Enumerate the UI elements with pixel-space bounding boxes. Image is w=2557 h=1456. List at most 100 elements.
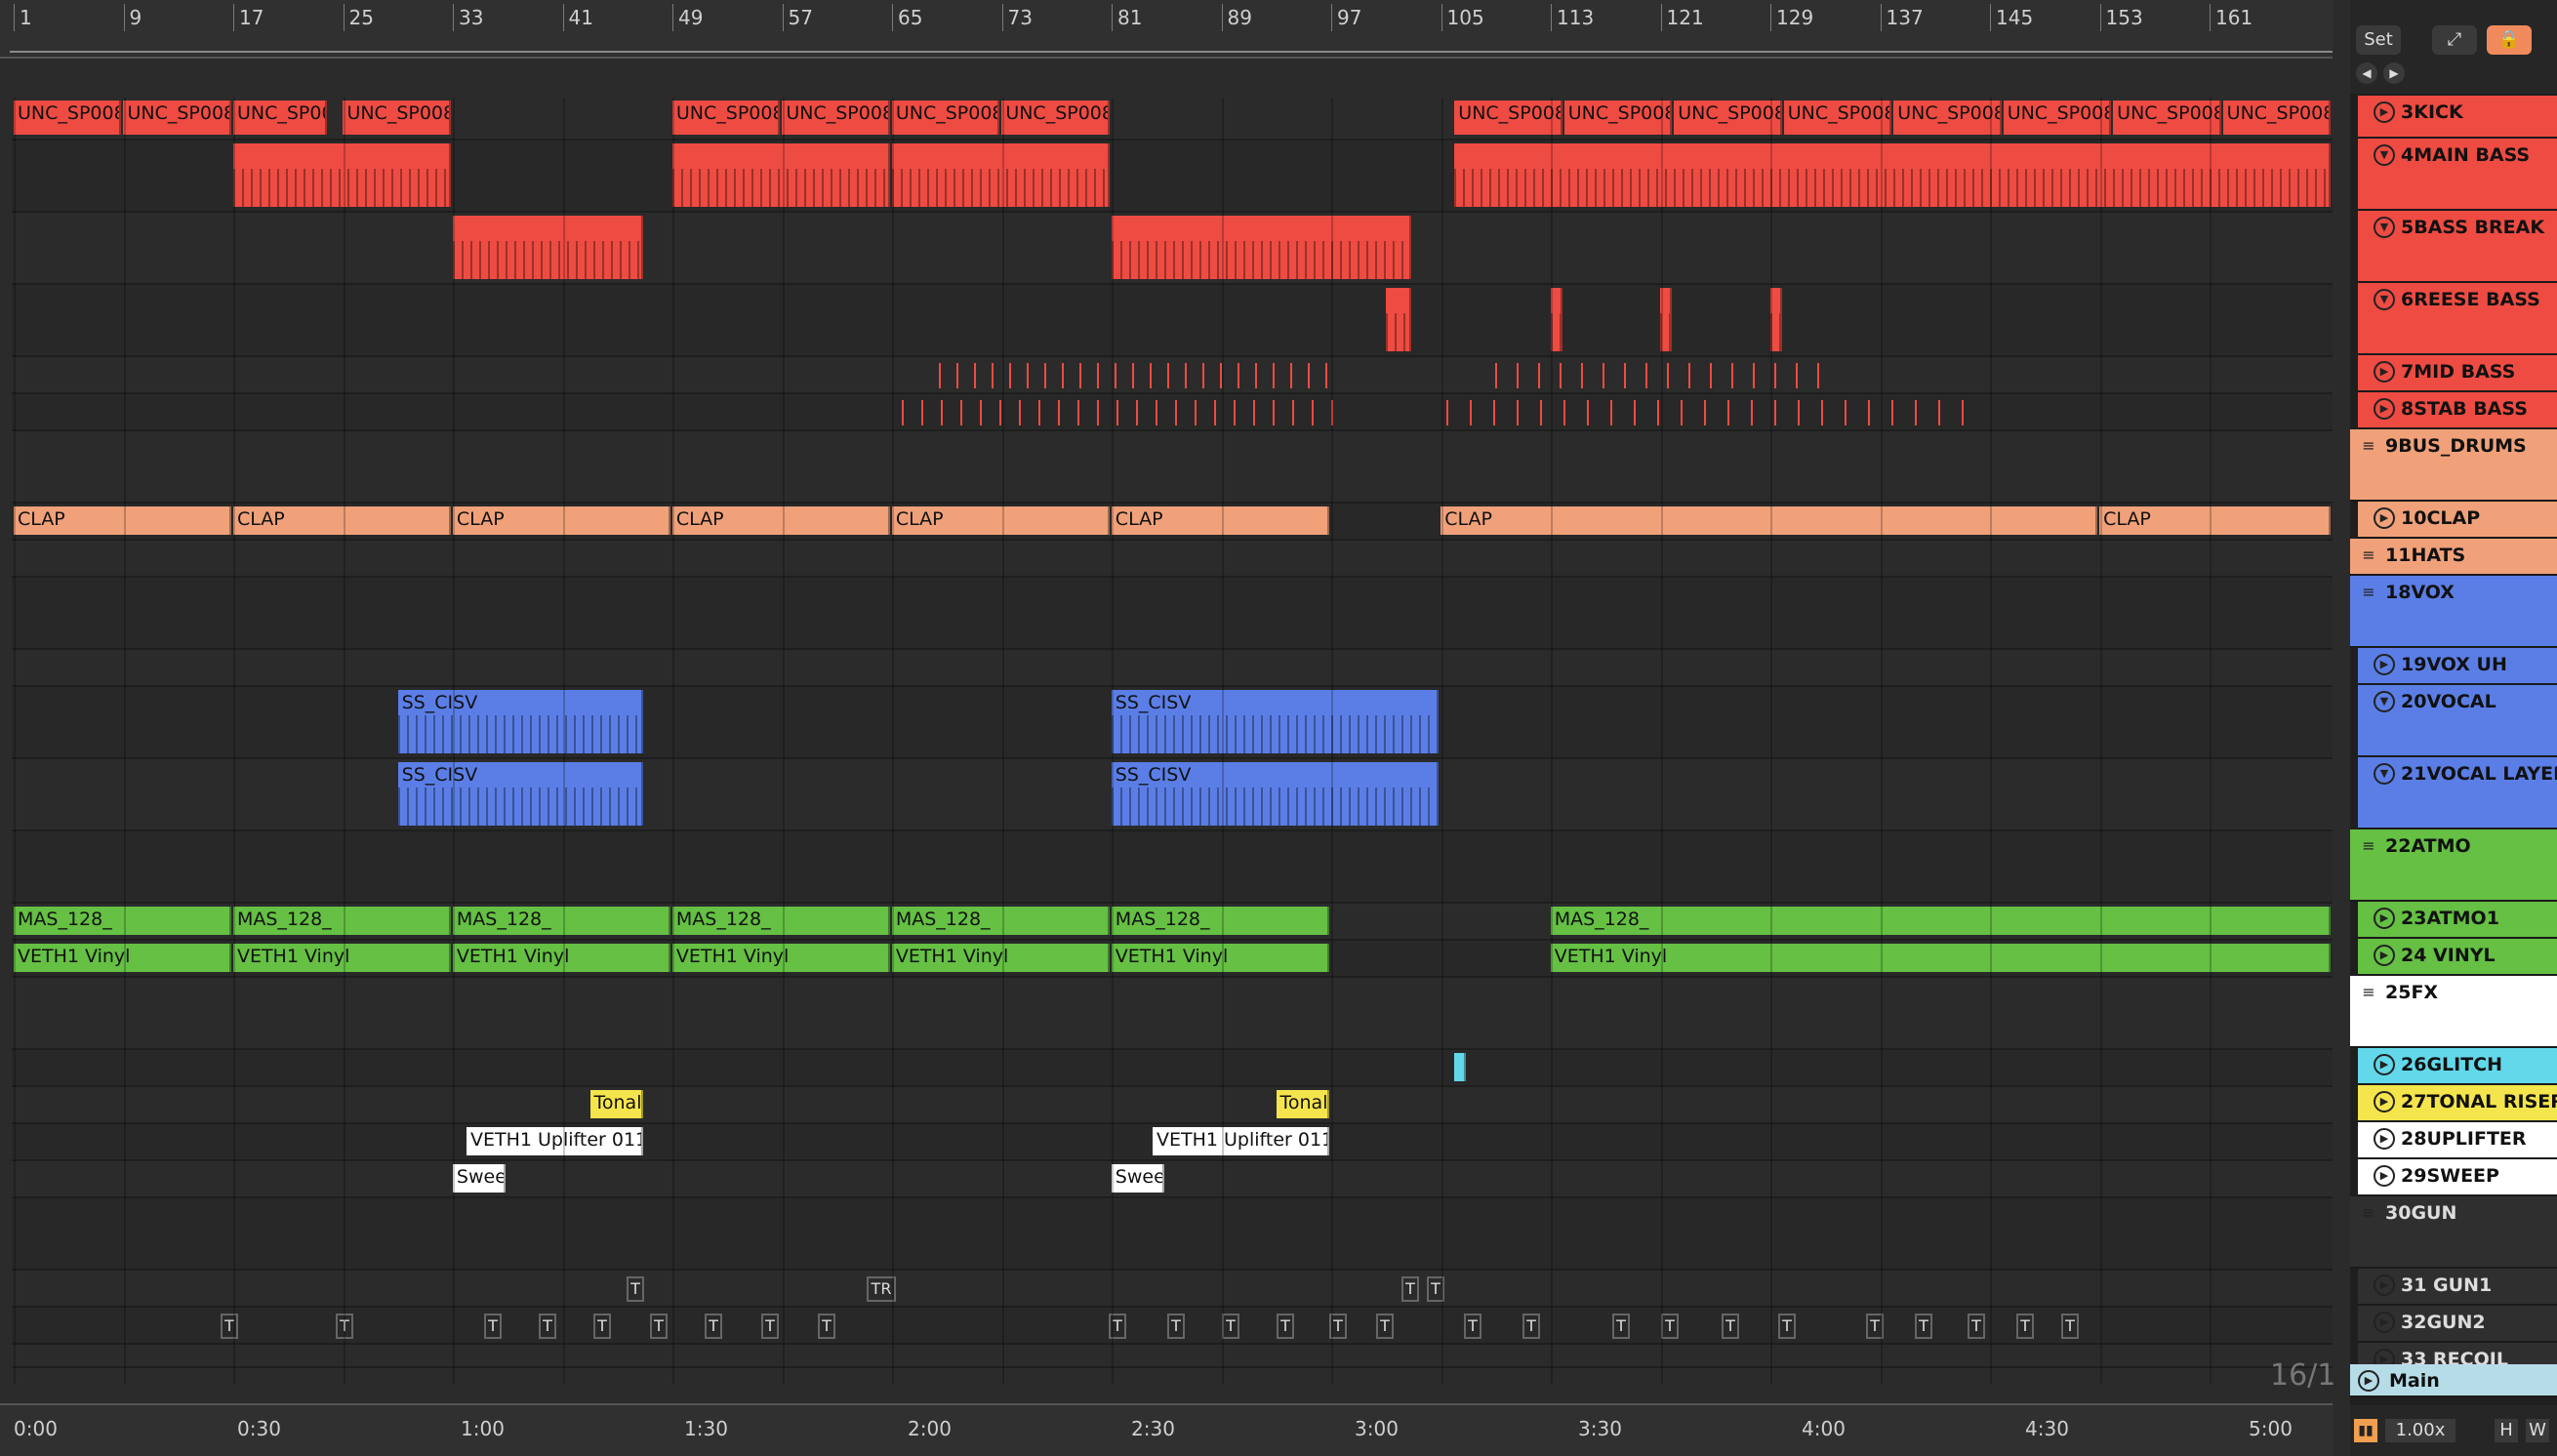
- gun-clip[interactable]: T: [627, 1276, 644, 1302]
- clip[interactable]: [1454, 143, 2332, 207]
- track-header[interactable]: ▶ 29SWEEP: [2358, 1159, 2557, 1196]
- clip[interactable]: UNC_SP008: [2113, 101, 2221, 135]
- gun-clip[interactable]: T: [1464, 1314, 1481, 1339]
- midi-note-marker[interactable]: [1077, 400, 1079, 425]
- midi-note-marker[interactable]: [1538, 363, 1540, 388]
- track-lane[interactable]: [12, 141, 2333, 213]
- beat-ruler[interactable]: 1 9 17 25 33 41 49 57 65 73 81 89 97 105 113 121 129 137 1…: [0, 0, 2333, 59]
- gun-clip[interactable]: T: [1277, 1314, 1294, 1339]
- clip[interactable]: UNC_SP008: [1674, 101, 1782, 135]
- arrow-left-icon[interactable]: ◀: [2356, 62, 2377, 84]
- clip[interactable]: UNC_SP008: [2003, 101, 2112, 135]
- gun-clip[interactable]: T: [221, 1314, 238, 1339]
- midi-note-marker[interactable]: [1038, 400, 1040, 425]
- clip[interactable]: [452, 216, 643, 279]
- track-header[interactable]: ≡ 30GUN: [2350, 1196, 2557, 1269]
- play-icon[interactable]: ▶: [2374, 1091, 2395, 1112]
- clip[interactable]: CLAP: [1111, 506, 1329, 535]
- play-icon[interactable]: ▶: [2374, 945, 2395, 966]
- gun-clip[interactable]: T: [705, 1314, 722, 1339]
- midi-note-marker[interactable]: [992, 363, 994, 388]
- midi-note-marker[interactable]: [1688, 363, 1690, 388]
- midi-note-marker[interactable]: [1624, 363, 1626, 388]
- w-button[interactable]: W: [2526, 1419, 2549, 1442]
- clip[interactable]: SS_CISV: [397, 690, 643, 753]
- track-lane[interactable]: [12, 1345, 2333, 1368]
- track-lane[interactable]: VETH1 Uplifter 011 VETH1 Uplifter 011: [12, 1124, 2333, 1161]
- midi-note-marker[interactable]: [1238, 363, 1239, 388]
- play-icon[interactable]: ▶: [2374, 361, 2395, 383]
- gun-clip[interactable]: T: [1167, 1314, 1185, 1339]
- clip[interactable]: UNC_SP008: [1893, 101, 2002, 135]
- track-lane[interactable]: [12, 213, 2333, 285]
- set-button[interactable]: Set: [2356, 25, 2401, 55]
- fold-icon[interactable]: ▼: [2374, 217, 2395, 238]
- play-icon[interactable]: ▶: [2374, 654, 2395, 675]
- track-header[interactable]: ≡ 25FX: [2350, 976, 2557, 1048]
- midi-note-marker[interactable]: [1938, 400, 1940, 425]
- clip[interactable]: VETH1 Uplifter 011: [1152, 1127, 1329, 1155]
- clip[interactable]: MAS_128_: [232, 907, 451, 935]
- midi-note-marker[interactable]: [1634, 400, 1636, 425]
- clip[interactable]: VETH1 Vinyl: [1550, 944, 2332, 972]
- midi-note-marker[interactable]: [1044, 363, 1046, 388]
- clip[interactable]: CLAP: [1441, 506, 2098, 535]
- track-header[interactable]: ▶ 26GLITCH: [2358, 1048, 2557, 1085]
- loop-brace[interactable]: [10, 51, 2333, 64]
- gun-clip[interactable]: T: [818, 1314, 835, 1339]
- time-ruler[interactable]: 0:00 0:30 1:00 1:30 2:00 2:30 3:00 3:30 4:00 4:30…: [0, 1403, 2333, 1456]
- midi-note-marker[interactable]: [1009, 363, 1011, 388]
- midi-note-marker[interactable]: [1563, 400, 1565, 425]
- gun-clip[interactable]: T: [593, 1314, 611, 1339]
- play-icon[interactable]: ▶: [2374, 1274, 2395, 1296]
- track-header[interactable]: ▼ 5BASS BREAK: [2358, 211, 2557, 283]
- gun-clip[interactable]: T: [1522, 1314, 1540, 1339]
- track-header[interactable]: ▶ 23ATMO1: [2358, 902, 2557, 939]
- midi-note-marker[interactable]: [1273, 363, 1275, 388]
- midi-note-marker[interactable]: [1195, 400, 1197, 425]
- track-lane[interactable]: [12, 1050, 2333, 1087]
- midi-note-marker[interactable]: [1517, 400, 1519, 425]
- track-header[interactable]: ▶ 19VOX UH: [2358, 648, 2557, 685]
- track-header[interactable]: ≡ 18VOX: [2350, 576, 2557, 648]
- midi-note-marker[interactable]: [941, 400, 943, 425]
- clip[interactable]: UNC_SP008: [671, 101, 781, 135]
- clip[interactable]: UNC_SP008: [232, 101, 328, 135]
- track-headers[interactable]: ▶ 3KICK ▼ 4MAIN BASS ▼ 5BASS BREAK ▼ 6REESE BAS…: [2350, 0, 2557, 1456]
- track-lane[interactable]: SS_CISV SS_CISV: [12, 687, 2333, 759]
- midi-note-marker[interactable]: [1136, 400, 1138, 425]
- midi-note-marker[interactable]: [1167, 363, 1169, 388]
- arrow-right-icon[interactable]: ▶: [2383, 62, 2405, 84]
- clip[interactable]: UNC_SP008: [14, 101, 122, 135]
- track-header[interactable]: ▶ 32GUN2: [2358, 1306, 2557, 1343]
- track-lane[interactable]: T T T TR: [12, 1271, 2333, 1308]
- midi-note-marker[interactable]: [921, 400, 923, 425]
- clip[interactable]: Sweep: [452, 1164, 507, 1193]
- midi-note-marker[interactable]: [1845, 400, 1847, 425]
- midi-note-marker[interactable]: [1798, 400, 1800, 425]
- midi-note-marker[interactable]: [902, 400, 904, 425]
- midi-note-marker[interactable]: [1517, 363, 1519, 388]
- midi-note-marker[interactable]: [1681, 400, 1683, 425]
- midi-note-marker[interactable]: [1796, 363, 1798, 388]
- gun-clip[interactable]: T: [2061, 1314, 2079, 1339]
- clip[interactable]: VETH1 Vinyl: [14, 944, 231, 972]
- track-header[interactable]: ≡ 22ATMO: [2350, 829, 2557, 902]
- gun-clip[interactable]: T: [1376, 1314, 1394, 1339]
- gun-clip[interactable]: T: [1968, 1314, 1985, 1339]
- midi-note-marker[interactable]: [1019, 400, 1021, 425]
- midi-note-marker[interactable]: [1097, 363, 1099, 388]
- track-lane[interactable]: VETH1 Vinyl VETH1 Vinyl VETH1 Vinyl VETH1 V…: [12, 941, 2333, 978]
- midi-note-marker[interactable]: [1731, 363, 1733, 388]
- midi-note-marker[interactable]: [1058, 400, 1060, 425]
- midi-note-marker[interactable]: [1273, 400, 1275, 425]
- audio-icon[interactable]: ▮▮: [2354, 1419, 2377, 1442]
- clip[interactable]: CLAP: [671, 506, 890, 535]
- track-lane[interactable]: [12, 394, 2333, 431]
- track-lane[interactable]: [12, 431, 2333, 504]
- track-header[interactable]: ▶ 10CLAP: [2358, 502, 2557, 539]
- midi-note-marker[interactable]: [1868, 400, 1870, 425]
- track-header[interactable]: ▶ 31 GUN1: [2358, 1269, 2557, 1306]
- clip[interactable]: MAS_128_: [452, 907, 670, 935]
- midi-note-marker[interactable]: [1290, 363, 1292, 388]
